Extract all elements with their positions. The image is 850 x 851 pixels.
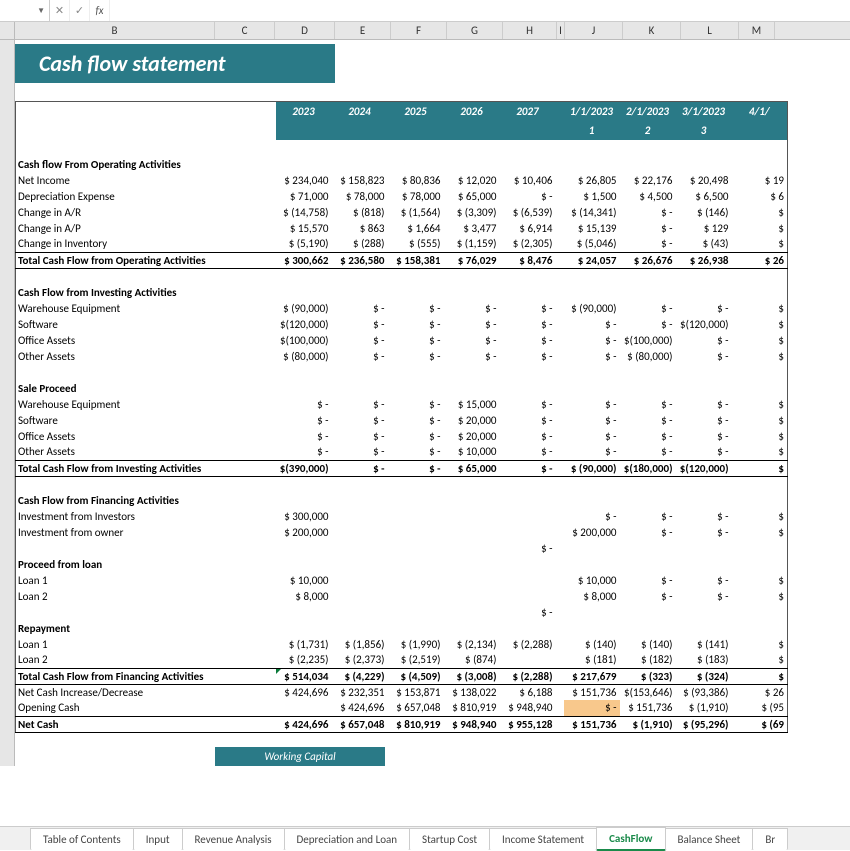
tab-revenue-analysis[interactable]: Revenue Analysis <box>182 828 285 850</box>
fx-icon[interactable]: fx <box>90 0 110 21</box>
sheet-tabs: Table of ContentsInputRevenue AnalysisDe… <box>0 826 850 850</box>
table-row: $ - <box>16 540 788 556</box>
table-row <box>16 140 788 156</box>
table-row: Change in A/P$ 15,570$ 863$ 1,664$ 3,477… <box>16 220 788 236</box>
table-row: Cash flow From Operating Activities <box>16 156 788 172</box>
table-row: Net Income$ 234,040$ 158,823$ 80,836$ 12… <box>16 172 788 188</box>
table-row: Office Assets$ -$ -$ -$ 20,000$ -$ -$ -$… <box>16 428 788 444</box>
formula-input[interactable] <box>110 0 850 21</box>
col-header-J[interactable]: J <box>565 22 623 39</box>
col-header-F[interactable]: F <box>391 22 447 39</box>
tab-cashflow[interactable]: CashFlow <box>596 827 665 851</box>
tab-table-of-contents[interactable]: Table of Contents <box>30 828 134 850</box>
table-row: Loan 1$ (1,731)$ (1,856)$ (1,990)$ (2,13… <box>16 636 788 652</box>
table-row <box>16 268 788 284</box>
col-header-M[interactable]: M <box>739 22 775 39</box>
col-header-I[interactable]: I <box>557 22 565 39</box>
table-row: Total Cash Flow from Operating Activitie… <box>16 252 788 268</box>
table-row: Loan 2$ 8,000$ 8,000$ -$ -$ <box>16 588 788 604</box>
sheet-area[interactable]: Cash flow statement 20232024202520262027… <box>0 40 850 826</box>
col-header-B[interactable]: B <box>15 22 215 39</box>
page-title: Cash flow statement <box>15 44 335 83</box>
col-header-K[interactable]: K <box>623 22 681 39</box>
table-row: $ - <box>16 604 788 620</box>
tab-startup-cost[interactable]: Startup Cost <box>409 828 490 850</box>
table-row: Software$ -$ -$ -$ 20,000$ -$ -$ -$ -$ <box>16 412 788 428</box>
table-row: Investment from owner$ 200,000$ 200,000$… <box>16 524 788 540</box>
tab-input[interactable]: Input <box>133 828 183 850</box>
tab-depreciation-and-loan[interactable]: Depreciation and Loan <box>284 828 411 850</box>
table-row: Change in Inventory$ (5,190)$ (288)$ (55… <box>16 236 788 252</box>
chevron-down-icon: ▼ <box>37 6 45 16</box>
working-capital-header: Working Capital <box>215 747 385 766</box>
col-header-G[interactable]: G <box>447 22 503 39</box>
table-row: Depreciation Expense$ 71,000$ 78,000$ 78… <box>16 188 788 204</box>
table-row <box>16 364 788 380</box>
check-icon[interactable]: ✓ <box>70 0 90 21</box>
table-row: Loan 1$ 10,000$ 10,000$ -$ -$ <box>16 572 788 588</box>
table-row: Proceed from loan <box>16 556 788 572</box>
table-row: Other Assets$ -$ -$ -$ 10,000$ -$ -$ -$ … <box>16 444 788 460</box>
tab-br[interactable]: Br <box>752 828 788 850</box>
tab-balance-sheet[interactable]: Balance Sheet <box>665 828 754 850</box>
col-header-H[interactable]: H <box>503 22 557 39</box>
table-row: Loan 2$ (2,235)$ (2,373)$ (2,519)$ (874)… <box>16 652 788 668</box>
column-headers: BCDEFGHIJKLM <box>0 22 850 40</box>
tab-income-statement[interactable]: Income Statement <box>489 828 597 850</box>
table-row: Office Assets$(100,000)$ -$ -$ -$ -$ -$(… <box>16 332 788 348</box>
table-row: Investment from Investors$ 300,000$ -$ -… <box>16 508 788 524</box>
table-row: Warehouse Equipment$ (90,000)$ -$ -$ -$ … <box>16 300 788 316</box>
table-row: Total Cash Flow from Investing Activitie… <box>16 460 788 476</box>
cancel-icon[interactable]: ✕ <box>50 0 70 21</box>
table-row: Net Cash Increase/Decrease$ 424,696$ 232… <box>16 684 788 700</box>
table-row: Warehouse Equipment$ -$ -$ -$ 15,000$ -$… <box>16 396 788 412</box>
col-header-L[interactable]: L <box>681 22 739 39</box>
formula-bar: ▼ ✕ ✓ fx <box>0 0 850 22</box>
name-box[interactable]: ▼ <box>0 0 50 21</box>
table-row: Cash Flow from Financing Activities <box>16 492 788 508</box>
table-row: Cash Flow from Investing Activities <box>16 284 788 300</box>
table-row <box>16 476 788 492</box>
col-header-C[interactable]: C <box>215 22 275 39</box>
table-row: Other Assets$ (80,000)$ -$ -$ -$ -$ -$ (… <box>16 348 788 364</box>
table-row: Change in A/R$ (14,758)$ (818)$ (1,564)$… <box>16 204 788 220</box>
cashflow-table: 202320242025202620271/1/20232/1/20233/1/… <box>15 101 788 733</box>
table-row: Software$(120,000)$ -$ -$ -$ -$ -$ -$(12… <box>16 316 788 332</box>
col-header-D[interactable]: D <box>275 22 335 39</box>
table-row: Sale Proceed <box>16 380 788 396</box>
col-header-E[interactable]: E <box>335 22 391 39</box>
table-row: Net Cash$ 424,696$ 657,048$ 810,919$ 948… <box>16 716 788 732</box>
table-row: Repayment <box>16 620 788 636</box>
